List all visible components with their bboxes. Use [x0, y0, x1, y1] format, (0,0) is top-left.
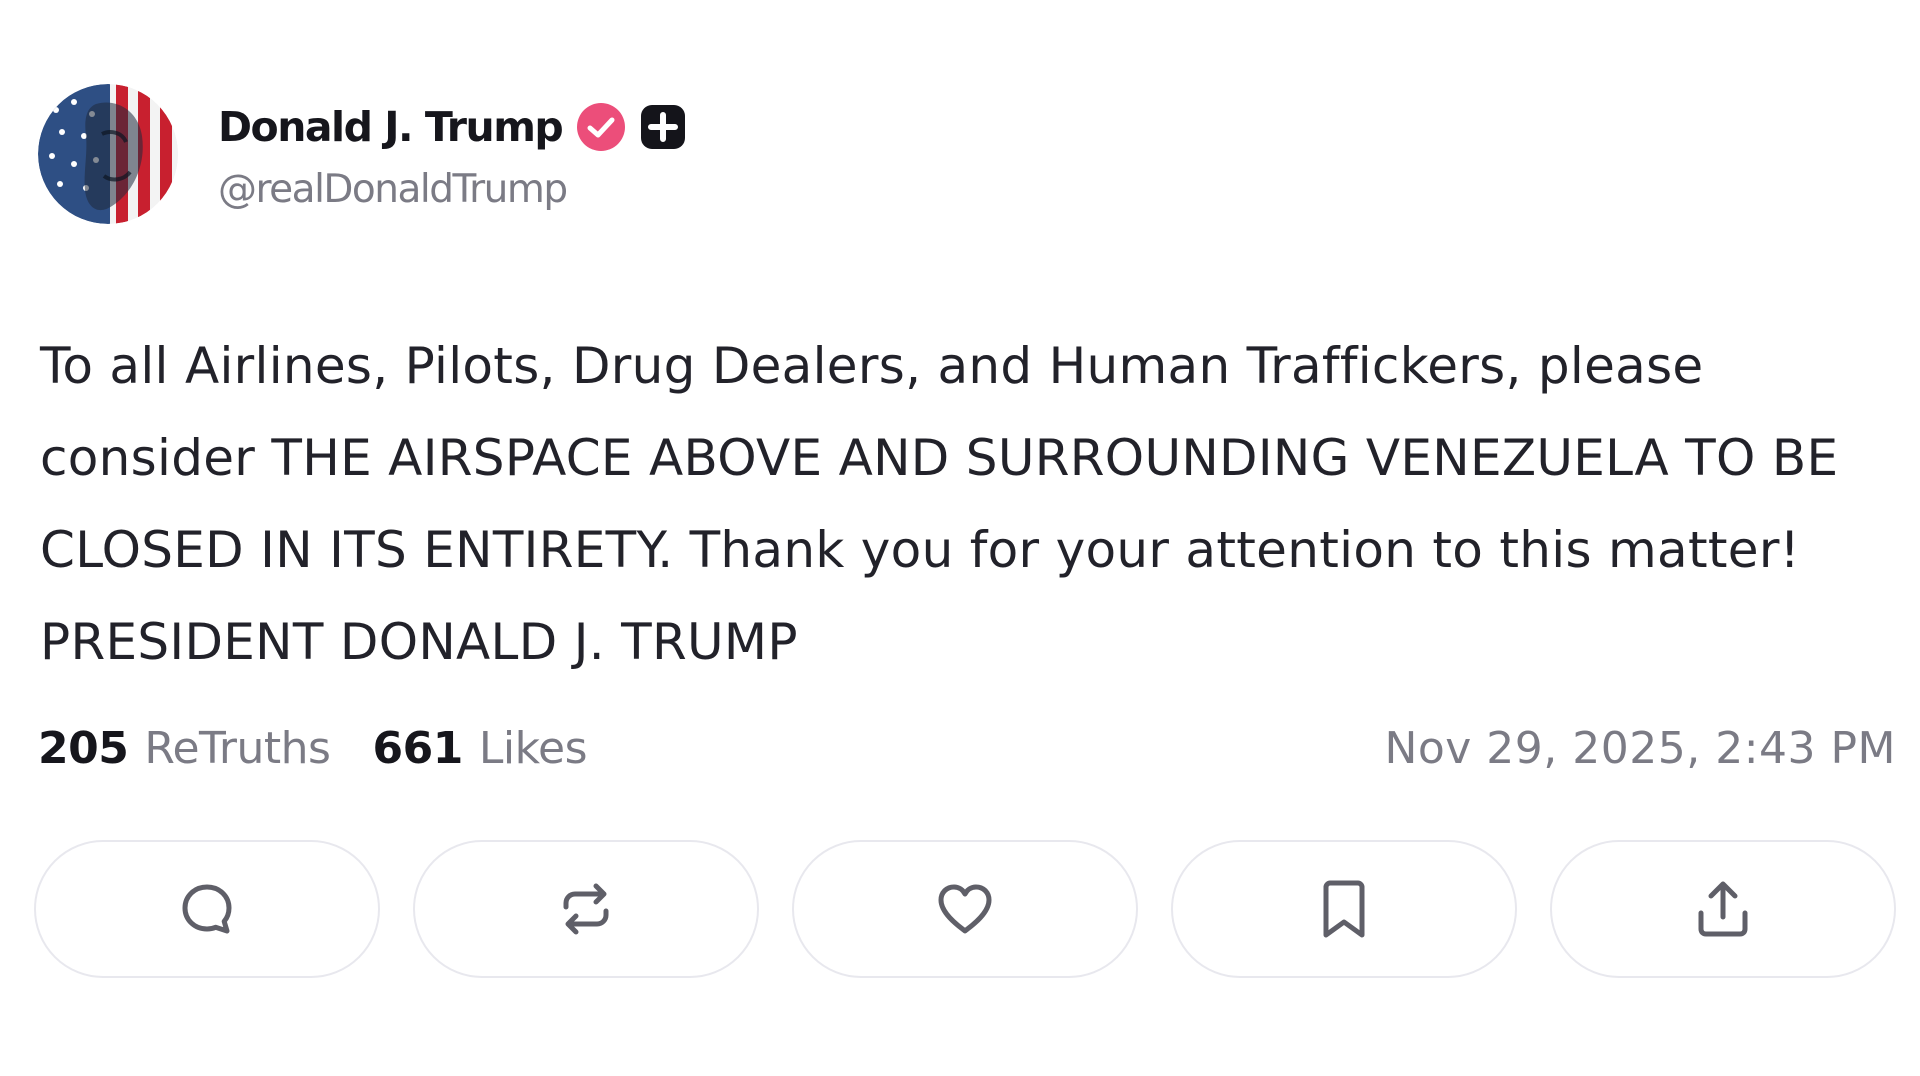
share-button[interactable] — [1550, 840, 1896, 978]
retruths-stat[interactable]: 205 ReTruths — [38, 722, 331, 774]
post-text: To all Airlines, Pilots, Drug Dealers, a… — [40, 337, 1839, 671]
verified-badge-icon — [576, 102, 626, 152]
flag-portrait-avatar-icon — [38, 84, 178, 224]
post-header: Donald J. Trump @realDonaldTrump — [38, 84, 686, 224]
post-timestamp[interactable]: Nov 29, 2025, 2:43 PM — [1384, 723, 1896, 774]
bookmark-icon — [1323, 880, 1365, 938]
retruths-count: 205 — [38, 722, 129, 774]
repost-icon — [563, 883, 609, 935]
heart-icon — [938, 884, 992, 934]
comment-icon — [182, 884, 232, 934]
like-button[interactable] — [792, 840, 1138, 978]
reply-button[interactable] — [34, 840, 380, 978]
retruths-label: ReTruths — [144, 722, 331, 774]
action-bar — [34, 840, 1896, 980]
avatar[interactable] — [38, 84, 178, 224]
author-display-name[interactable]: Donald J. Trump — [218, 103, 564, 151]
likes-count: 661 — [372, 722, 463, 774]
likes-stat[interactable]: 661 Likes — [372, 723, 587, 774]
post-stats: 205 ReTruths 661 Likes Nov 29, 2025, 2:4… — [38, 718, 1896, 778]
plus-badge-icon — [640, 104, 686, 150]
name-row: Donald J. Trump — [218, 97, 686, 157]
author-identity: Donald J. Trump @realDonaldTrump — [218, 97, 686, 212]
retruth-button[interactable] — [413, 840, 759, 978]
bookmark-button[interactable] — [1171, 840, 1517, 978]
likes-label: Likes — [478, 722, 588, 774]
share-icon — [1698, 881, 1748, 937]
author-handle[interactable]: @realDonaldTrump — [218, 167, 686, 212]
truth-post: Donald J. Trump @realDonaldTrump To all … — [0, 0, 1920, 1076]
